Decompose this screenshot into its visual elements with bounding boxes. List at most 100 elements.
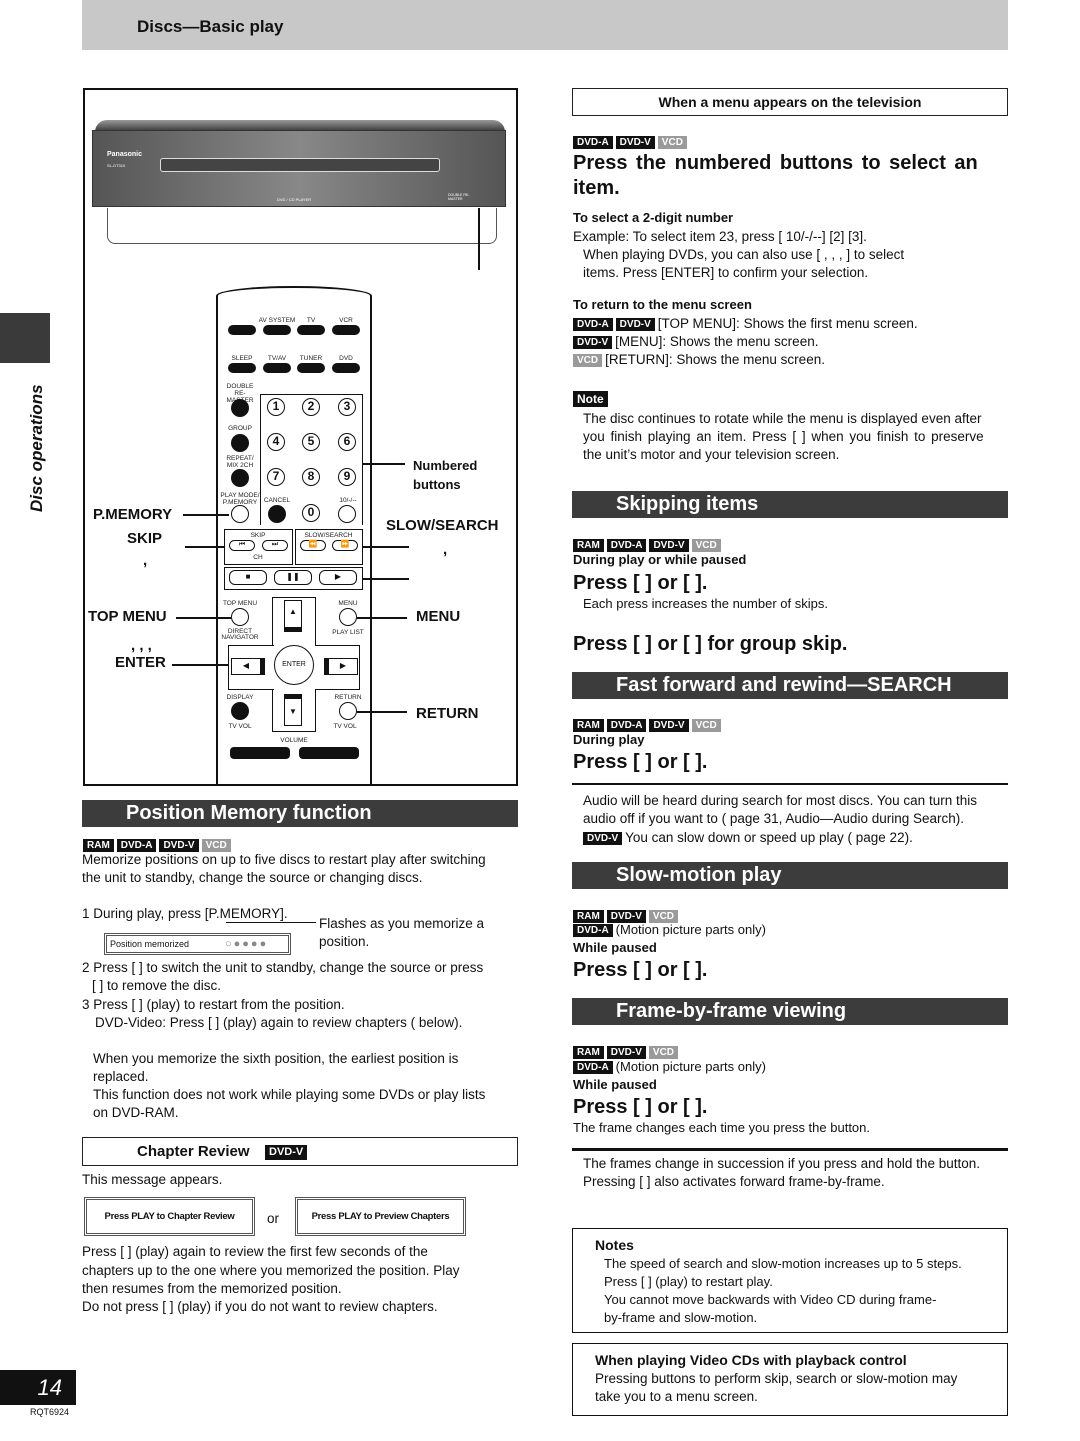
callout-line [363,546,409,548]
repeat-label: REPEAT/ MIX 2CH [226,455,254,469]
flash-note: position. [319,934,370,949]
repeat-button[interactable] [231,469,249,487]
return-line: [RETURN]: Shows the menu screen. [605,352,825,367]
av-system-button[interactable] [263,325,291,335]
ten-button[interactable] [338,505,356,523]
flash-note: Flashes as you memorize a [319,916,485,931]
callout-skip-comma: , [143,552,148,569]
vcd-box-line: Pressing buttons to perform skip, search… [595,1371,958,1386]
callout-top-menu: TOP MENU [88,608,167,625]
sleep-label: SLEEP [231,355,253,362]
number-6-button[interactable]: 6 [338,433,356,451]
preview-chapters-message: Press PLAY to Preview Chapters [295,1197,466,1236]
transport-group: ■ ❚❚ ▶ [224,567,363,590]
note-text: you finish playing an item. Press [ ] wh… [583,429,984,444]
step-1: 1 During play, press [P.MEMORY]. [82,906,288,921]
chapter-review-box: Chapter Review DVD-V [82,1137,518,1166]
menu-box-title: When a menu appears on the television [572,88,1008,116]
number-3-button[interactable]: 3 [338,398,356,416]
play-button[interactable]: ▶ [319,570,357,585]
tvav-button[interactable] [263,363,291,373]
callout-line [357,711,407,713]
callout-buttons: buttons [413,477,461,492]
skip-forward-button[interactable]: ⏭ [262,540,288,551]
menu-heading: item. [573,177,620,199]
frame-note: Pressing [ ] also activates forward fram… [583,1174,885,1189]
direct-navigator-label: DIRECT NAVIGATOR [221,628,259,641]
volume-up-button[interactable] [299,747,359,759]
number-8-button[interactable]: 8 [302,468,320,486]
tv-vol-label: TV VOL [228,723,252,730]
group-button[interactable] [231,434,249,452]
step-3: 3 Press [ ] (play) to restart from the p… [82,997,345,1012]
callout-line [363,463,405,465]
number-4-button[interactable]: 4 [267,433,285,451]
play-mode-label: PLAY MODE/ P.MEMORY [220,492,260,506]
frame-note: The frames change in succession if you p… [583,1156,980,1171]
callout-arrows: , , , [131,637,152,654]
skip-subtext: Each press increases the number of skips… [583,596,828,611]
vcd-box-title: When playing Video CDs with playback con… [595,1352,907,1368]
slow-search-group: SLOW/SEARCH ⏪ ⏩ [295,529,363,565]
badge-dvd-a: DVD-A [573,1061,613,1074]
vcd-box-line: take you to a menu screen. [595,1389,758,1404]
return-button[interactable] [339,702,357,720]
av-system-label: AV SYSTEM [258,317,296,324]
badge-vcd: VCD [691,719,721,732]
note-text: the unit’s motor and your television scr… [583,447,840,462]
volume-down-button[interactable] [230,747,290,759]
pmemory-button[interactable] [231,505,249,523]
condition-text: During play or while paused [573,552,747,567]
badge-dvd-v: DVD-V [615,136,655,149]
left-arrow-button[interactable]: ◀ [231,658,265,675]
number-1-button[interactable]: 1 [267,398,285,416]
section-slow-motion: Slow-motion play [572,862,1008,889]
group-skip-instruction: Press [ ] or [ ] for group skip. [573,633,848,655]
display-button[interactable] [231,702,249,720]
player-label: DVD / CD PLAYER [277,197,312,202]
sleep-button[interactable] [228,363,256,373]
note-text: on DVD-RAM. [93,1105,179,1120]
note-text: When you memorize the sixth position, th… [93,1051,459,1066]
document-code: RQT6924 [30,1407,70,1417]
top-menu-button[interactable] [231,608,249,626]
notes-line: You cannot move backwards with Video CD … [604,1292,937,1307]
menu-button[interactable] [339,608,357,626]
down-arrow-button[interactable]: ▼ [284,694,302,726]
tv-vol-label: TV VOL [333,723,357,730]
number-2-button[interactable]: 2 [302,398,320,416]
skip-back-button[interactable]: ⏮ [229,540,255,551]
chapter-review-message: Press PLAY to Chapter Review [84,1197,255,1236]
position-memorized-display: Position memorized ○●●●● [104,933,291,955]
chapter-review-text: then resumes from the memorized position… [82,1281,342,1296]
vcr-button[interactable] [332,325,360,335]
badge-dvd-a: DVD-A [573,924,613,937]
return-line: [MENU]: Shows the menu screen. [615,334,819,349]
number-5-button[interactable]: 5 [302,433,320,451]
double-remaster-button[interactable] [231,399,249,417]
up-arrow-button[interactable]: ▲ [284,600,302,632]
dvd-button[interactable] [332,363,360,373]
badge-vcd: VCD [657,136,687,149]
menu-heading: Press the numbered buttons to select an [573,152,978,174]
number-7-button[interactable]: 7 [267,468,285,486]
callout-line [226,922,316,923]
tuner-button[interactable] [297,363,325,373]
notes-box: Notes The speed of search and slow-motio… [572,1228,1008,1333]
callout-skip: SKIP [127,530,163,547]
pause-button[interactable]: ❚❚ [274,570,312,585]
power-button[interactable] [228,325,256,335]
tv-button[interactable] [297,325,325,335]
enter-button[interactable]: ENTER [274,645,314,685]
fast-forward-button[interactable]: ⏩ [332,540,358,551]
top-menu-label: TOP MENU [222,600,258,607]
step-2: 2 Press [ ] to switch the unit to standb… [82,960,484,975]
callout-slow-search: SLOW/SEARCH [386,517,499,534]
stop-button[interactable]: ■ [229,570,267,585]
number-9-button[interactable]: 9 [338,468,356,486]
badge-dvd-v: DVD-V [583,832,623,845]
right-arrow-button[interactable]: ▶ [324,658,358,675]
number-0-button[interactable]: 0 [302,504,320,522]
rewind-button[interactable]: ⏪ [300,540,326,551]
badge-dvd-a: DVD-A [573,318,613,331]
